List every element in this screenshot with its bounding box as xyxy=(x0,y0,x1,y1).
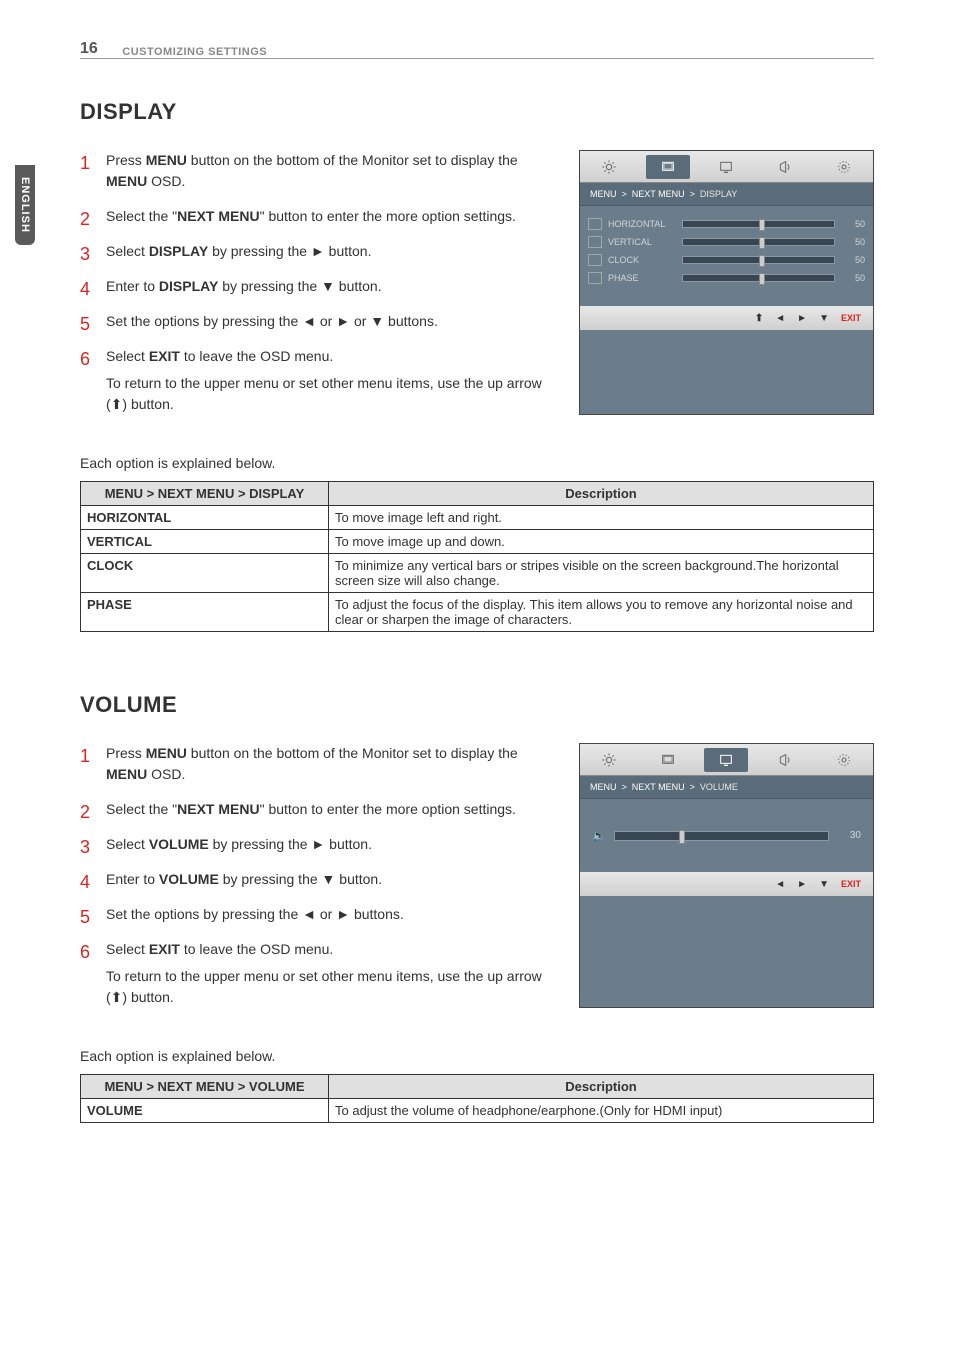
display-th-right: Description xyxy=(329,482,874,506)
bc-display: DISPLAY xyxy=(700,189,737,199)
volume-options-table: MENU > NEXT MENU > VOLUME Description VO… xyxy=(80,1074,874,1123)
display-step-3: Select DISPLAY by pressing the ► button. xyxy=(80,241,549,262)
phase-label: PHASE xyxy=(608,273,676,283)
up-arrow-icon: ⬆ xyxy=(755,313,763,324)
display-th-left: MENU > NEXT MENU > DISPLAY xyxy=(81,482,329,506)
volume-step-4: Enter to VOLUME by pressing the ▼ button… xyxy=(80,869,549,890)
display-step-2: Select the "NEXT MENU" button to enter t… xyxy=(80,206,549,227)
volume-step-3: Select VOLUME by pressing the ► button. xyxy=(80,834,549,855)
volume-osd-footer: ◄ ► ▼ EXIT xyxy=(580,872,873,896)
display-step-1: Press MENU button on the bottom of the M… xyxy=(80,150,549,192)
down-arrow-icon: ▼ xyxy=(819,879,829,890)
display-step-5: Set the options by pressing the ◄ or ► o… xyxy=(80,311,549,332)
clock-value: 50 xyxy=(841,255,865,265)
volume-value: 30 xyxy=(837,830,861,841)
left-arrow-icon: ◄ xyxy=(775,313,785,324)
display-osd-footer: ⬆ ◄ ► ▼ EXIT xyxy=(580,306,873,330)
osd-row-horizontal: HORIZONTAL 50 xyxy=(588,218,865,230)
settings-tab-icon xyxy=(822,748,866,772)
right-arrow-icon: ► xyxy=(797,313,807,324)
table-row: HORIZONTALTo move image left and right. xyxy=(81,506,874,530)
page-number: 16 xyxy=(80,40,98,58)
osd-row-clock: CLOCK 50 xyxy=(588,254,865,266)
horizontal-value: 50 xyxy=(841,219,865,229)
display-osd-panel: MENU>NEXT MENU>DISPLAY HORIZONTAL 50 VER… xyxy=(579,150,874,415)
vertical-value: 50 xyxy=(841,237,865,247)
volume-step-5: Set the options by pressing the ◄ or ► b… xyxy=(80,904,549,925)
table-row: VOLUMETo adjust the volume of headphone/… xyxy=(81,1099,874,1123)
vertical-icon xyxy=(588,236,602,248)
volume-explain-intro: Each option is explained below. xyxy=(80,1048,874,1064)
table-row: PHASETo adjust the focus of the display.… xyxy=(81,593,874,632)
others-tab-icon xyxy=(763,748,807,772)
volume-step-6: Select EXIT to leave the OSD menu. xyxy=(80,939,549,960)
exit-label: EXIT xyxy=(841,879,861,889)
volume-tab-icon xyxy=(704,155,748,179)
vertical-slider xyxy=(682,238,835,246)
bc-menu: MENU xyxy=(590,189,617,199)
display-step-6: Select EXIT to leave the OSD menu. xyxy=(80,346,549,367)
exit-label: EXIT xyxy=(841,313,861,323)
display-options-table: MENU > NEXT MENU > DISPLAY Description H… xyxy=(80,481,874,632)
phase-value: 50 xyxy=(841,273,865,283)
volume-th-left: MENU > NEXT MENU > VOLUME xyxy=(81,1075,329,1099)
bc-menu: MENU xyxy=(590,782,617,792)
volume-osd-panel: MENU>NEXT MENU>VOLUME 🔈 30 ◄ ► ▼ EXIT xyxy=(579,743,874,1008)
horizontal-slider xyxy=(682,220,835,228)
display-tab-icon xyxy=(646,748,690,772)
language-tab: ENGLISH xyxy=(15,165,35,245)
osd-row-phase: PHASE 50 xyxy=(588,272,865,284)
left-arrow-icon: ◄ xyxy=(775,879,785,890)
clock-label: CLOCK xyxy=(608,255,676,265)
volume-steps-list: Press MENU button on the bottom of the M… xyxy=(80,743,549,960)
vertical-label: VERTICAL xyxy=(608,237,676,247)
bc-next: NEXT MENU xyxy=(632,782,685,792)
bc-next: NEXT MENU xyxy=(632,189,685,199)
down-arrow-icon: ▼ xyxy=(819,313,829,324)
table-row: CLOCKTo minimize any vertical bars or st… xyxy=(81,554,874,593)
volume-step-2: Select the "NEXT MENU" button to enter t… xyxy=(80,799,549,820)
clock-icon xyxy=(588,254,602,266)
osd-row-vertical: VERTICAL 50 xyxy=(588,236,865,248)
display-section-title: DISPLAY xyxy=(80,99,874,125)
horizontal-icon xyxy=(588,218,602,230)
volume-slider xyxy=(614,831,829,841)
display-steps-list: Press MENU button on the bottom of the M… xyxy=(80,150,549,367)
display-step-4: Enter to DISPLAY by pressing the ▼ butto… xyxy=(80,276,549,297)
phase-icon xyxy=(588,272,602,284)
volume-return-note: To return to the upper menu or set other… xyxy=(80,966,549,1008)
right-arrow-icon: ► xyxy=(797,879,807,890)
display-tab-icon xyxy=(646,155,690,179)
clock-slider xyxy=(682,256,835,264)
table-row: VERTICALTo move image up and down. xyxy=(81,530,874,554)
horizontal-label: HORIZONTAL xyxy=(608,219,676,229)
osd-volume-row: 🔈 30 xyxy=(592,829,861,842)
others-tab-icon xyxy=(763,155,807,179)
osd-tabs xyxy=(580,151,873,183)
display-return-note: To return to the upper menu or set other… xyxy=(80,373,549,415)
page-header: 16 CUSTOMIZING SETTINGS xyxy=(80,40,874,59)
page-header-title: CUSTOMIZING SETTINGS xyxy=(122,46,267,58)
osd-tabs xyxy=(580,744,873,776)
speaker-icon: 🔈 xyxy=(592,829,606,842)
brightness-tab-icon xyxy=(587,155,631,179)
volume-osd-breadcrumb: MENU>NEXT MENU>VOLUME xyxy=(580,776,873,799)
settings-tab-icon xyxy=(822,155,866,179)
phase-slider xyxy=(682,274,835,282)
display-explain-intro: Each option is explained below. xyxy=(80,455,874,471)
display-osd-breadcrumb: MENU>NEXT MENU>DISPLAY xyxy=(580,183,873,206)
volume-th-right: Description xyxy=(329,1075,874,1099)
bc-volume: VOLUME xyxy=(700,782,738,792)
volume-step-1: Press MENU button on the bottom of the M… xyxy=(80,743,549,785)
volume-tab-icon xyxy=(704,748,748,772)
volume-section-title: VOLUME xyxy=(80,692,874,718)
brightness-tab-icon xyxy=(587,748,631,772)
